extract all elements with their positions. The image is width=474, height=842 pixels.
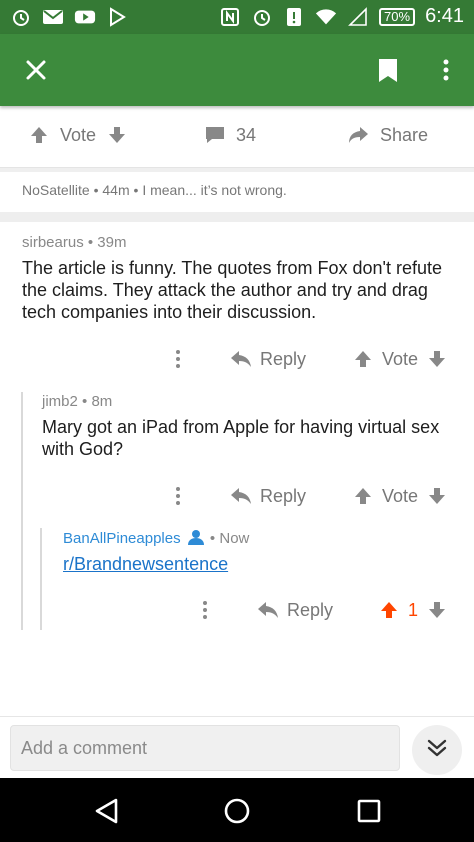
nfc-icon xyxy=(219,6,241,28)
post-action-bar: Vote 34 Share xyxy=(0,106,474,168)
clock: 6:41 xyxy=(425,5,464,27)
comment-vote-control: 1 xyxy=(378,599,448,621)
comment-composer: Add a comment xyxy=(0,716,474,778)
divider xyxy=(0,168,474,172)
user-icon xyxy=(187,529,206,549)
app-toolbar xyxy=(0,34,474,106)
comment-score: 1 xyxy=(408,599,419,620)
add-comment-input[interactable]: Add a comment xyxy=(10,725,400,771)
reply-icon xyxy=(257,599,279,621)
comment-meta: BanAllPineapples • Now xyxy=(63,529,250,549)
downvote-icon[interactable] xyxy=(426,348,448,370)
notification-icons xyxy=(10,6,128,28)
parent-comment-context[interactable]: NoSatellite • 44m • I mean... it’s not w… xyxy=(22,182,287,198)
comment-body: The article is funny. The quotes from Fo… xyxy=(22,258,442,322)
upvote-icon[interactable] xyxy=(28,124,50,146)
downvote-icon[interactable] xyxy=(426,599,448,621)
next-comment-button[interactable] xyxy=(412,725,462,775)
post-vote-label: Vote xyxy=(60,124,97,145)
battery-indicator: 70% xyxy=(379,7,416,26)
signal-icon xyxy=(347,6,369,28)
comment-bubble-icon xyxy=(204,124,226,146)
context-age: 44m xyxy=(102,182,130,198)
youtube-icon xyxy=(74,6,96,28)
status-bar: 70% 6:41 xyxy=(0,0,474,34)
comment-author[interactable]: BanAllPineapples xyxy=(63,530,181,547)
reply-button[interactable]: Reply xyxy=(230,348,306,370)
alert-icon xyxy=(283,6,305,28)
double-chevron-down-icon xyxy=(425,736,449,765)
vote-label: Vote xyxy=(382,485,419,506)
section-divider xyxy=(0,212,474,222)
upvote-icon[interactable] xyxy=(352,348,374,370)
comment-age: Now xyxy=(219,530,250,547)
bookmark-icon[interactable] xyxy=(374,56,402,84)
downvote-icon[interactable] xyxy=(426,485,448,507)
share-button[interactable]: Share xyxy=(348,124,428,146)
more-vertical-icon[interactable] xyxy=(432,56,460,84)
comment-more-icon[interactable] xyxy=(168,485,188,507)
comment-vote-control: Vote xyxy=(352,348,448,370)
comment-count: 34 xyxy=(236,124,257,145)
comment-banallpineapples: BanAllPineapples • Now r/Brandnewsentenc… xyxy=(63,529,453,575)
reply-button[interactable]: Reply xyxy=(257,599,333,621)
comment-actions: Reply 1 xyxy=(0,595,474,625)
reply-button[interactable]: Reply xyxy=(230,485,306,507)
comment-body: Mary got an iPad from Apple for having v… xyxy=(42,417,440,459)
comment-meta: jimb2 • 8m xyxy=(42,393,113,410)
comment-jimb2: jimb2 • 8m Mary got an iPad from Apple f… xyxy=(42,393,452,460)
system-icons: 70% 6:41 xyxy=(219,5,464,28)
play-store-icon xyxy=(106,6,128,28)
system-nav-bar xyxy=(0,778,474,842)
close-icon[interactable] xyxy=(22,56,50,84)
comment-actions: Reply Vote xyxy=(0,344,474,374)
back-icon[interactable] xyxy=(92,796,122,826)
upvote-active-icon[interactable] xyxy=(378,599,400,621)
comment-actions: Reply Vote xyxy=(0,481,474,511)
upvote-icon[interactable] xyxy=(352,485,374,507)
reply-label: Reply xyxy=(260,348,307,369)
reply-icon xyxy=(230,348,252,370)
post-vote-control: Vote xyxy=(28,124,128,146)
comment-age: 39m xyxy=(97,234,127,251)
comment-meta: sirbearus • 39m xyxy=(22,234,127,251)
context-author: NoSatellite xyxy=(22,182,90,198)
comment-vote-control: Vote xyxy=(352,485,448,507)
reply-label: Reply xyxy=(260,485,307,506)
share-arrow-icon xyxy=(348,124,370,146)
alarm-clock-icon xyxy=(251,6,273,28)
comment-author[interactable]: sirbearus xyxy=(22,234,84,251)
alarm-app-icon xyxy=(10,6,32,28)
downvote-icon[interactable] xyxy=(106,124,128,146)
comment-sirbearus: sirbearus • 39m The article is funny. Th… xyxy=(22,234,452,323)
comment-more-icon[interactable] xyxy=(195,599,215,621)
home-icon[interactable] xyxy=(222,796,252,826)
reply-icon xyxy=(230,485,252,507)
wifi-icon xyxy=(315,6,337,28)
gmail-icon xyxy=(42,6,64,28)
reply-label: Reply xyxy=(287,599,334,620)
comments-count-button[interactable]: 34 xyxy=(204,124,256,146)
subreddit-link[interactable]: r/Brandnewsentence xyxy=(63,554,228,575)
comment-author[interactable]: jimb2 xyxy=(42,393,78,410)
context-snippet: I mean... it’s not wrong. xyxy=(142,182,287,198)
comment-more-icon[interactable] xyxy=(168,348,188,370)
comment-age: 8m xyxy=(91,393,113,410)
vote-label: Vote xyxy=(382,348,419,369)
recents-icon[interactable] xyxy=(354,796,384,826)
share-label: Share xyxy=(380,124,429,145)
